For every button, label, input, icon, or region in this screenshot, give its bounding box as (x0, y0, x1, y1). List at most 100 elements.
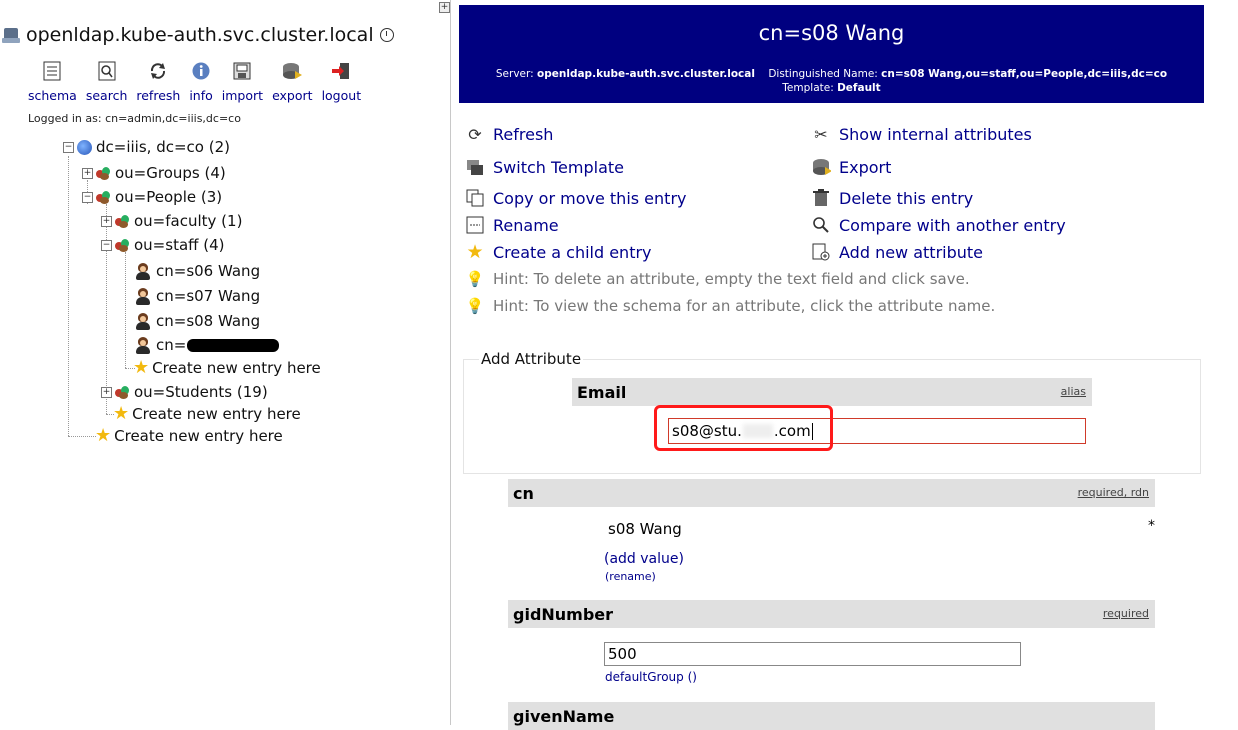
toolbar-info[interactable]: info (189, 60, 213, 103)
export-action[interactable]: Export (811, 157, 891, 177)
expand-icon[interactable]: + (101, 215, 112, 227)
toolbar-export-label: export (272, 88, 313, 103)
compare-action[interactable]: Compare with another entry (811, 215, 1066, 235)
tree-node-s06[interactable]: cn=s06 Wang (135, 261, 260, 281)
clock-icon[interactable] (379, 28, 394, 42)
tree-node-people-label[interactable]: ou=People (3) (115, 188, 222, 206)
attr-email-name[interactable]: Email (577, 383, 626, 402)
tree-node-root-label[interactable]: dc=iiis, dc=co (2) (96, 138, 230, 156)
toolbar-export[interactable]: export (272, 60, 313, 103)
delete-action[interactable]: Delete this entry (811, 188, 973, 208)
rename-small-label[interactable]: (rename) (605, 570, 656, 583)
server-label: Server: (495, 68, 534, 80)
default-group-link[interactable]: defaultGroup () (605, 670, 697, 684)
rename-link[interactable]: Rename (493, 216, 559, 235)
delete-link[interactable]: Delete this entry (839, 189, 973, 208)
star-icon: ★ (95, 425, 112, 446)
copy-move-action[interactable]: Copy or move this entry (465, 188, 686, 208)
tree-node-people[interactable]: − ou=People (3) (82, 187, 222, 207)
expand-pane-button[interactable]: + (439, 2, 450, 13)
tree-node-s07-label[interactable]: cn=s07 Wang (156, 287, 260, 305)
collapse-icon[interactable]: − (63, 141, 74, 153)
template-value: Default (837, 82, 881, 94)
add-value-label[interactable]: (add value) (604, 551, 684, 567)
toolbar-search[interactable]: search (85, 60, 128, 103)
server-header: openldap.kube-auth.svc.cluster.local (2, 22, 394, 48)
refresh-link[interactable]: Refresh (493, 125, 553, 144)
create-child-link[interactable]: Create a child entry (493, 243, 652, 262)
tree-create-staff-label[interactable]: Create new entry here (152, 359, 321, 377)
toolbar-import[interactable]: import (222, 60, 263, 103)
tree-node-redacted[interactable]: cn= (135, 335, 280, 355)
switch-template-link[interactable]: Switch Template (493, 158, 624, 177)
toolbar: schema search refresh info import export… (28, 60, 370, 103)
server-name[interactable]: openldap.kube-auth.svc.cluster.local (26, 24, 374, 46)
switch-template-action[interactable]: Switch Template (465, 157, 624, 177)
attr-gidnumber-flags[interactable]: required (1103, 607, 1149, 620)
tree-create-staff[interactable]: ★ Create new entry here (133, 358, 321, 378)
attr-gidnumber-header: gidNumber required (508, 600, 1155, 628)
collapse-icon[interactable]: − (82, 191, 93, 203)
show-internal-action[interactable]: ✂ Show internal attributes (811, 124, 1032, 144)
attr-givenname-name[interactable]: givenName (513, 707, 614, 726)
tree-node-groups[interactable]: + ou=Groups (4) (82, 163, 226, 183)
attr-cn-name[interactable]: cn (513, 484, 534, 503)
tree-node-students[interactable]: + ou=Students (19) (101, 382, 268, 402)
refresh-action[interactable]: ⟳ Refresh (465, 124, 553, 144)
entry-meta: Server: openldap.kube-auth.svc.cluster.l… (459, 67, 1204, 95)
add-value-link[interactable]: (add value) (604, 551, 684, 567)
copy-move-link[interactable]: Copy or move this entry (493, 189, 686, 208)
tree-node-redacted-label[interactable]: cn= (156, 336, 186, 354)
expand-icon[interactable]: + (101, 386, 112, 398)
person-icon (135, 287, 151, 305)
gidnumber-input[interactable]: 500 (604, 642, 1021, 666)
tree-node-s07[interactable]: cn=s07 Wang (135, 286, 260, 306)
expand-icon[interactable]: + (82, 167, 93, 179)
tree-create-people-label[interactable]: Create new entry here (132, 405, 301, 423)
tree-node-root[interactable]: − dc=iiis, dc=co (2) (63, 137, 230, 157)
tree-node-students-label[interactable]: ou=Students (19) (134, 383, 268, 401)
attr-cn-flags[interactable]: required, rdn (1078, 486, 1149, 499)
group-icon (115, 385, 130, 399)
entry-title: cn=s08 Wang (758, 21, 905, 45)
hint-schema: 💡 Hint: To view the schema for an attrib… (465, 297, 996, 315)
toolbar-search-label: search (85, 88, 128, 103)
toolbar-schema[interactable]: schema (28, 60, 77, 103)
tree-node-s08[interactable]: cn=s08 Wang (135, 311, 260, 331)
tree-node-staff-label[interactable]: ou=staff (4) (134, 236, 225, 254)
tree-node-staff[interactable]: − ou=staff (4) (101, 235, 225, 255)
tree-create-root-label[interactable]: Create new entry here (114, 427, 283, 445)
attr-email-flags[interactable]: alias (1061, 385, 1086, 398)
tree-node-groups-label[interactable]: ou=Groups (4) (115, 164, 226, 182)
highlight-box (654, 405, 833, 451)
tree-create-people[interactable]: ★ Create new entry here (113, 404, 301, 424)
person-icon (135, 336, 151, 354)
create-child-action[interactable]: ★ Create a child entry (465, 241, 652, 263)
add-attr-link[interactable]: Add new attribute (839, 243, 983, 262)
show-internal-link[interactable]: Show internal attributes (839, 125, 1032, 144)
tree-node-faculty[interactable]: + ou=faculty (1) (101, 211, 242, 231)
tree-node-faculty-label[interactable]: ou=faculty (1) (134, 212, 242, 230)
rename-small-link[interactable]: (rename) (605, 570, 656, 583)
person-icon (135, 262, 151, 280)
pane-divider[interactable] (450, 0, 451, 725)
import-icon (231, 60, 253, 82)
rename-action[interactable]: Rename (465, 215, 559, 235)
redaction-mark (187, 338, 280, 352)
attr-gidnumber-name[interactable]: gidNumber (513, 605, 613, 624)
toolbar-refresh[interactable]: refresh (136, 60, 180, 103)
collapse-icon[interactable]: − (101, 239, 112, 251)
lightbulb-icon: 💡 (465, 297, 485, 315)
toolbar-logout[interactable]: logout (322, 60, 361, 103)
add-attr-action[interactable]: Add new attribute (811, 242, 983, 262)
export-link[interactable]: Export (839, 158, 891, 177)
star-icon: ★ (133, 357, 150, 378)
logout-icon (330, 60, 352, 82)
tree-create-root[interactable]: ★ Create new entry here (95, 426, 283, 446)
attr-cn-header: cn required, rdn (508, 479, 1155, 507)
toolbar-info-label: info (189, 88, 213, 103)
tree-node-s08-label[interactable]: cn=s08 Wang (156, 312, 260, 330)
group-icon (96, 190, 111, 204)
tree-node-s06-label[interactable]: cn=s06 Wang (156, 262, 260, 280)
compare-link[interactable]: Compare with another entry (839, 216, 1066, 235)
